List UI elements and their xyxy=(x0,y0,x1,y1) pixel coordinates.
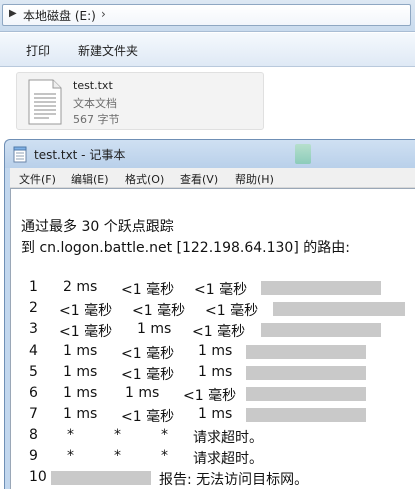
redacted-address xyxy=(246,408,366,422)
hop-time-1: <1 毫秒 xyxy=(59,303,113,319)
file-name: test.txt xyxy=(73,79,113,92)
hop-time-2: <1 毫秒 xyxy=(132,303,186,319)
hop-note: 请求超时。 xyxy=(193,430,263,446)
play-triangle-icon[interactable]: ▶ xyxy=(9,8,17,19)
hop-time-1: 2 ms xyxy=(63,279,98,295)
file-type: 文本文档 xyxy=(73,97,117,110)
redacted-address xyxy=(246,366,366,380)
trace-header-line2: 到 cn.logon.battle.net [122.198.64.130] 的… xyxy=(21,240,350,256)
hop-number: 6 xyxy=(29,385,38,401)
redacted-address xyxy=(246,345,366,359)
menu-view[interactable]: 查看(V) xyxy=(180,171,218,187)
notepad-window: test.txt - 记事本 文件(F) 编辑(E) 格式(O) 查看(V) 帮… xyxy=(4,139,415,489)
hop-number: 4 xyxy=(29,343,38,359)
hop-time-1: 1 ms xyxy=(63,343,98,359)
hop-time-3: 1 ms xyxy=(198,343,233,359)
menu-bar: 文件(F) 编辑(E) 格式(O) 查看(V) 帮助(H) xyxy=(10,168,415,188)
text-document-icon xyxy=(28,79,62,125)
hop-time-2: * xyxy=(114,427,121,443)
menu-edit[interactable]: 编辑(E) xyxy=(71,171,109,187)
hop-time-3: <1 毫秒 xyxy=(194,282,248,298)
hop-number: 1 xyxy=(29,279,38,295)
notepad-titlebar[interactable]: test.txt - 记事本 xyxy=(5,140,415,168)
redacted-address xyxy=(246,387,366,401)
hop-time-2: <1 毫秒 xyxy=(121,282,175,298)
hop-time-1: 1 ms xyxy=(63,385,98,401)
hop-time-2: 1 ms xyxy=(137,321,172,337)
address-field[interactable]: ▶ 本地磁盘 (E:) › xyxy=(2,4,411,26)
hop-number: 2 xyxy=(29,300,38,316)
file-size: 567 字节 xyxy=(73,113,120,126)
hop-time-3: <1 毫秒 xyxy=(205,303,259,319)
redacted-address xyxy=(51,471,151,485)
chevron-right-icon[interactable]: › xyxy=(101,7,106,21)
hop-time-2: <1 毫秒 xyxy=(121,409,175,425)
hop-number: 5 xyxy=(29,364,38,380)
redacted-address xyxy=(261,323,381,337)
hop-time-1: * xyxy=(67,448,74,464)
address-bar: ▶ 本地磁盘 (E:) › xyxy=(0,0,415,32)
print-button[interactable]: 打印 xyxy=(24,42,52,59)
notepad-icon xyxy=(13,146,27,163)
hop-time-1: 1 ms xyxy=(63,364,98,380)
file-item[interactable]: test.txt 文本文档 567 字节 xyxy=(16,72,264,130)
hop-time-2: <1 毫秒 xyxy=(121,346,175,362)
address-path[interactable]: 本地磁盘 (E:) xyxy=(23,7,96,24)
hop-number: 8 xyxy=(29,427,38,443)
redacted-address xyxy=(273,302,405,316)
hop-time-3: <1 毫秒 xyxy=(183,388,237,404)
window-title: test.txt - 记事本 xyxy=(34,148,126,162)
hop-time-2: * xyxy=(114,448,121,464)
hop-time-1: * xyxy=(67,427,74,443)
text-editor[interactable]: 通过最多 30 个跃点跟踪 到 cn.logon.battle.net [122… xyxy=(10,188,415,489)
hop-time-2: 1 ms xyxy=(125,385,160,401)
explorer-toolbar: 打印 新建文件夹 xyxy=(0,33,415,67)
menu-file[interactable]: 文件(F) xyxy=(19,171,56,187)
background-glyph xyxy=(295,144,311,164)
hop-time-3: 1 ms xyxy=(198,406,233,422)
hop-time-1: 1 ms xyxy=(63,406,98,422)
hop-number: 3 xyxy=(29,321,38,337)
hop-number: 10 xyxy=(29,469,47,485)
hop-time-3: 1 ms xyxy=(198,364,233,380)
hop-time-1: <1 毫秒 xyxy=(59,324,113,340)
hop-time-3: <1 毫秒 xyxy=(192,324,246,340)
trace-header-line1: 通过最多 30 个跃点跟踪 xyxy=(21,219,174,235)
hop-note: 请求超时。 xyxy=(193,451,263,467)
hop-time-3: * xyxy=(161,448,168,464)
hop-note: 报告: 无法访问目标网。 xyxy=(159,472,309,488)
new-folder-button[interactable]: 新建文件夹 xyxy=(76,42,140,59)
hop-time-3: * xyxy=(161,427,168,443)
menu-format[interactable]: 格式(O) xyxy=(125,171,164,187)
hop-number: 9 xyxy=(29,448,38,464)
hop-time-2: <1 毫秒 xyxy=(121,367,175,383)
redacted-address xyxy=(261,281,381,295)
hop-number: 7 xyxy=(29,406,38,422)
menu-help[interactable]: 帮助(H) xyxy=(235,171,274,187)
